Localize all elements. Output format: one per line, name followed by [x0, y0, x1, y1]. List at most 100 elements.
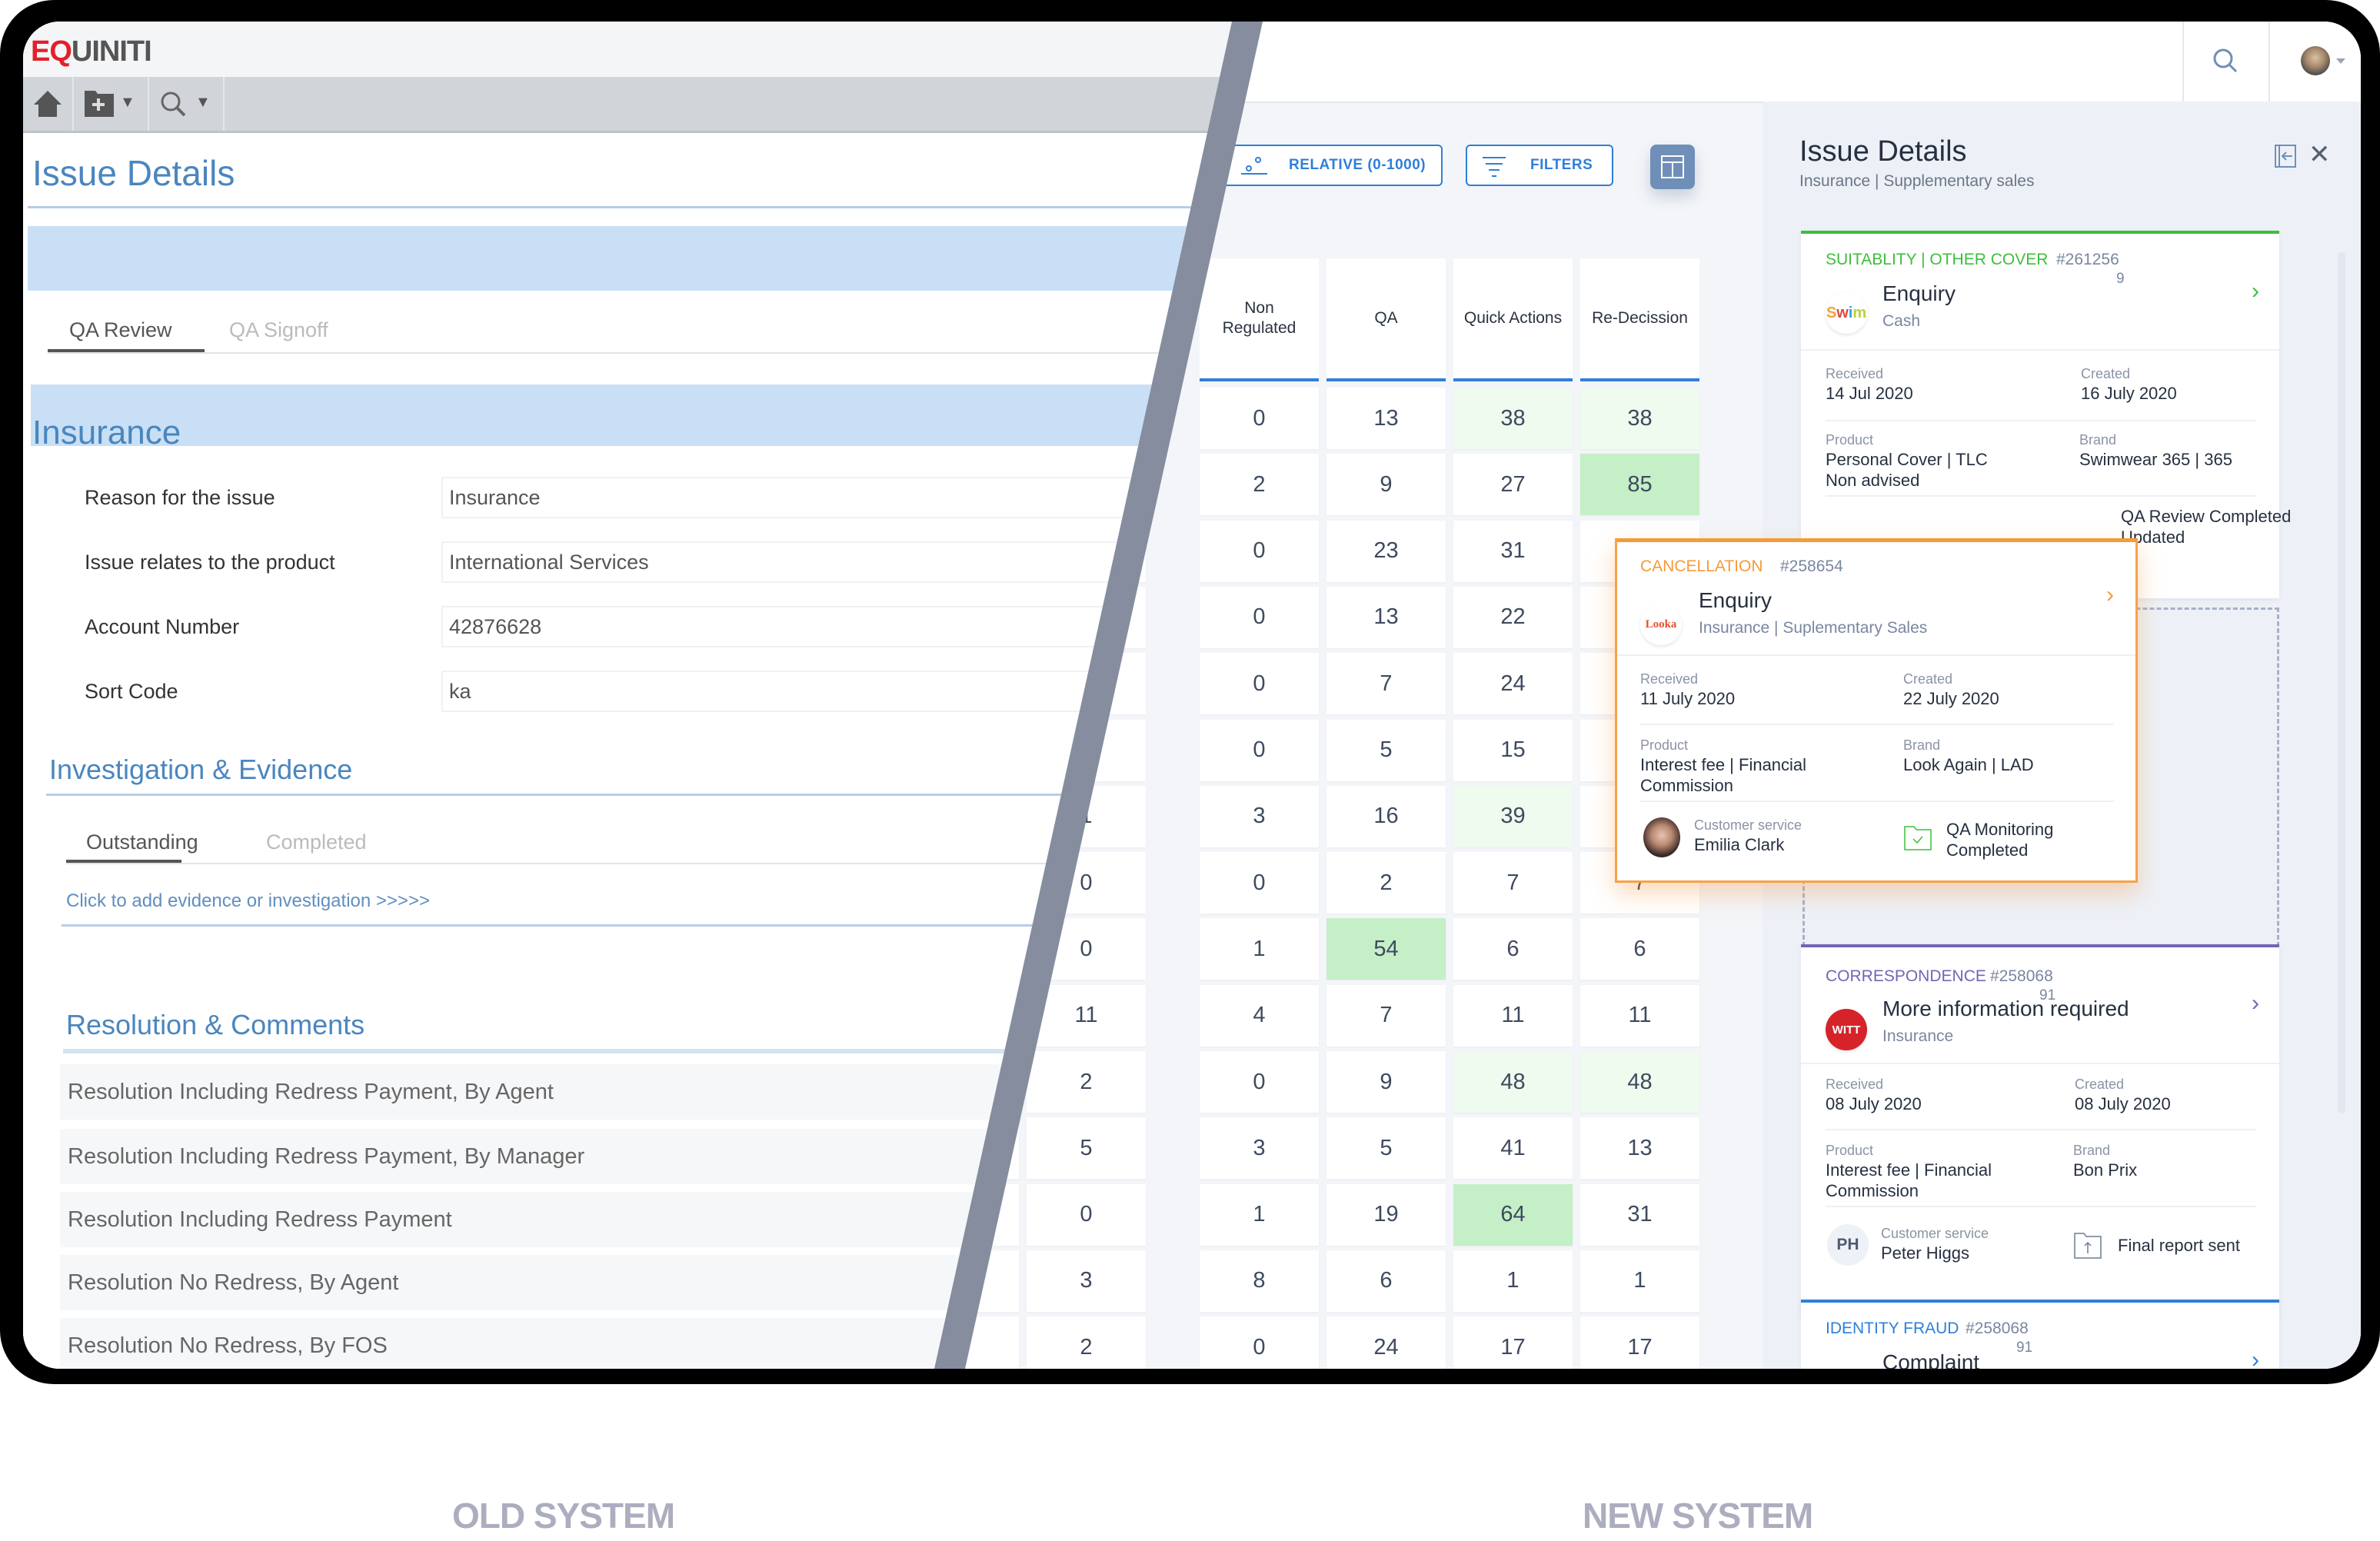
table-cell[interactable]: 0 — [1200, 719, 1319, 781]
created-value: 22 July 2020 — [1903, 689, 1999, 708]
table-cell[interactable]: 7 — [1326, 653, 1446, 715]
dragged-issue-card-cancellation[interactable]: CANCELLATION #258654 Looka Enquiry Insur… — [1615, 538, 2138, 883]
table-cell[interactable]: 2 — [1027, 1316, 1146, 1369]
table-cell[interactable]: 8 — [1200, 1250, 1319, 1312]
layout-toggle-button[interactable] — [1650, 145, 1695, 189]
resolution-option[interactable]: Resolution Including Redress Payment, By… — [60, 1064, 1137, 1120]
table-cell[interactable]: 0 — [1200, 388, 1319, 449]
table-cell[interactable]: 7 — [1326, 984, 1446, 1047]
table-cell[interactable]: 0 — [1027, 918, 1146, 980]
column-header[interactable]: Quick Actions — [1453, 258, 1573, 381]
table-cell[interactable]: 5 — [1326, 1117, 1446, 1180]
table-cell[interactable]: 7 — [1453, 852, 1573, 914]
chevron-right-icon[interactable]: › — [2252, 990, 2259, 1017]
table-cell[interactable]: 1 — [1200, 918, 1319, 980]
table-cell[interactable]: 17 — [1453, 1316, 1573, 1369]
table-cell[interactable]: 24 — [1453, 653, 1573, 715]
table-cell[interactable]: 19 — [1326, 1183, 1446, 1246]
table-cell[interactable]: 16 — [1326, 785, 1446, 847]
home-button[interactable] — [23, 77, 74, 131]
card-id-overflow: 9 — [2116, 271, 2125, 287]
table-cell[interactable]: 0 — [1200, 520, 1319, 582]
table-cell[interactable]: 15 — [1453, 719, 1573, 781]
table-cell[interactable]: 13 — [1326, 388, 1446, 449]
table-cell[interactable]: 5 — [1027, 1117, 1146, 1180]
table-cell[interactable]: 38 — [1453, 388, 1573, 449]
new-item-button[interactable]: ▼ — [74, 77, 149, 131]
table-cell[interactable]: 0 — [1200, 586, 1319, 648]
table-cell[interactable]: 6 — [1580, 918, 1699, 980]
chevron-right-icon[interactable]: › — [2106, 582, 2114, 608]
relative-toggle-button[interactable]: RELATIVE (0-1000) — [1223, 145, 1443, 186]
filters-button[interactable]: FILTERS — [1466, 145, 1613, 186]
table-cell[interactable]: 3 — [1200, 1117, 1319, 1180]
table-cell[interactable]: 1 — [1580, 1250, 1699, 1312]
close-icon[interactable]: ✕ — [2308, 141, 2331, 168]
search-button[interactable]: ▼ — [149, 77, 225, 131]
table-cell[interactable]: 0 — [1200, 1051, 1319, 1113]
divider — [1801, 1063, 2279, 1064]
table-cell[interactable]: 31 — [1580, 1183, 1699, 1246]
table-cell[interactable]: 9 — [1326, 1051, 1446, 1113]
table-cell[interactable]: 24 — [1326, 1316, 1446, 1369]
table-cell[interactable]: 3 — [1200, 785, 1319, 847]
tab-qa-review[interactable]: QA Review — [69, 318, 172, 342]
table-cell[interactable]: 9 — [1326, 454, 1446, 516]
chevron-right-icon[interactable]: › — [2252, 278, 2259, 305]
table-cell[interactable]: 17 — [1580, 1316, 1699, 1369]
table-cell[interactable]: 4 — [1200, 984, 1319, 1047]
table-cell[interactable]: 5 — [1326, 719, 1446, 781]
table-cell[interactable]: 64 — [1453, 1183, 1573, 1246]
issue-card-correspondence[interactable]: CORRESPONDENCE #258068 91 WITT More info… — [1801, 944, 2279, 1315]
column-header[interactable]: Re-Decission — [1580, 258, 1699, 381]
user-avatar[interactable] — [2301, 46, 2330, 75]
table-cell[interactable]: 23 — [1326, 520, 1446, 582]
collapse-panel-icon[interactable] — [2275, 145, 2296, 168]
search-icon[interactable] — [2211, 46, 2242, 77]
table-cell[interactable]: 54 — [1326, 918, 1446, 980]
resolution-option[interactable]: Resolution Including Redress Payment, By… — [60, 1129, 1137, 1184]
table-cell[interactable]: 6 — [1326, 1250, 1446, 1312]
table-cell[interactable]: 13 — [1580, 1117, 1699, 1180]
table-cell[interactable]: 2 — [1326, 852, 1446, 914]
chevron-down-icon[interactable] — [2336, 58, 2345, 64]
table-cell[interactable]: 38 — [1580, 388, 1699, 449]
table-cell[interactable]: 85 — [1580, 454, 1699, 516]
table-cell[interactable]: 0 — [1200, 653, 1319, 715]
received-value: 08 July 2020 — [1826, 1094, 1922, 1113]
field-label: Reason for the issue — [85, 486, 275, 509]
table-cell[interactable]: 11 — [1027, 984, 1146, 1047]
table-cell[interactable]: 11 — [1453, 984, 1573, 1047]
table-cell[interactable]: 0 — [1200, 852, 1319, 914]
caret-down-icon: ▼ — [120, 94, 135, 111]
field-label: Issue relates to the product — [85, 551, 335, 574]
table-cell[interactable]: 13 — [1326, 586, 1446, 648]
table-cell[interactable]: 31 — [1453, 520, 1573, 582]
table-cell[interactable]: 3 — [1027, 1250, 1146, 1312]
card-id: #258068 — [1990, 967, 2053, 985]
table-cell[interactable]: 1 — [1200, 1183, 1319, 1246]
issue-card-identity-fraud[interactable]: IDENTITY FRAUD #258068 91 Complaint › — [1801, 1300, 2279, 1369]
table-cell[interactable]: 6 — [1453, 918, 1573, 980]
tab-outstanding[interactable]: Outstanding — [86, 830, 198, 854]
table-cell[interactable]: 1 — [1453, 1250, 1573, 1312]
table-cell[interactable]: 2 — [1200, 454, 1319, 516]
table-cell[interactable]: 39 — [1453, 785, 1573, 847]
add-evidence-link[interactable]: Click to add evidence or investigation >… — [66, 890, 430, 912]
panel-scrollbar[interactable] — [2338, 252, 2345, 1113]
tab-completed[interactable]: Completed — [266, 830, 367, 854]
table-cell[interactable]: 0 — [1027, 1183, 1146, 1246]
column-header[interactable]: QA — [1326, 258, 1446, 381]
table-cell[interactable]: 2 — [1027, 1051, 1146, 1113]
column-header[interactable]: Non Regulated — [1200, 258, 1319, 381]
table-cell[interactable]: 0 — [1200, 1316, 1319, 1369]
tab-qa-signoff[interactable]: QA Signoff — [229, 318, 328, 342]
table-cell[interactable]: 27 — [1453, 454, 1573, 516]
table-cell[interactable]: 22 — [1453, 586, 1573, 648]
product-label: Product — [1826, 432, 1874, 448]
table-cell[interactable]: 48 — [1453, 1051, 1573, 1113]
table-cell[interactable]: 41 — [1453, 1117, 1573, 1180]
chevron-right-icon[interactable]: › — [2252, 1347, 2259, 1369]
table-cell[interactable]: 48 — [1580, 1051, 1699, 1113]
table-cell[interactable]: 11 — [1580, 984, 1699, 1047]
